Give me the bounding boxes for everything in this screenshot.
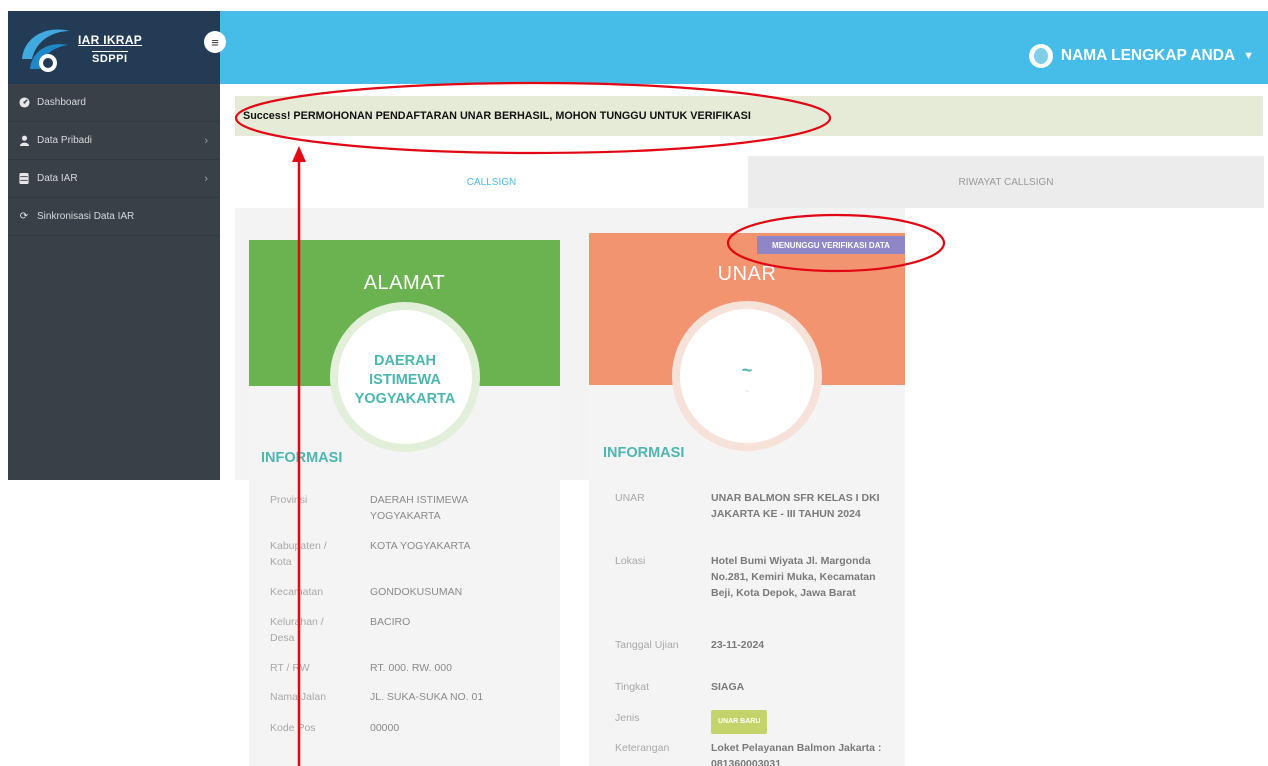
unar-card-title: UNAR bbox=[717, 263, 777, 285]
info-value: GONDOKUSUMAN bbox=[370, 586, 463, 598]
info-value: Hotel Bumi Wiyata Jl. Margonda No.281, K… bbox=[711, 555, 876, 599]
unar-info-title: INFORMASI bbox=[603, 445, 685, 461]
jenis-badge: UNAR BARU bbox=[711, 710, 768, 734]
info-key: Tingkat bbox=[615, 681, 650, 693]
brand-subname: SDPPI bbox=[92, 51, 128, 65]
sidebar-item-label: Sinkronisasi Data IAR bbox=[37, 211, 135, 222]
chevron-right-icon: › bbox=[204, 172, 208, 185]
user-icon bbox=[18, 135, 30, 147]
info-value: UNAR BALMON SFR KELAS I DKI JAKARTA KE -… bbox=[711, 492, 880, 520]
chevron-right-icon: › bbox=[204, 134, 208, 147]
info-key: Kabupaten / Kota bbox=[270, 540, 327, 568]
brand-name: IAR IKRAP bbox=[78, 33, 143, 47]
callsign-subvalue: ~ bbox=[744, 387, 750, 396]
alamat-info-title: INFORMASI bbox=[261, 450, 343, 466]
info-key: Kecamatan bbox=[270, 586, 324, 598]
status-badge: MENUNGGU VERIFIKASI DATA bbox=[757, 236, 905, 254]
unar-callsign-circle: ~ ~ bbox=[672, 301, 822, 451]
tab-content-empty-area bbox=[905, 208, 1264, 480]
sidebar-item-label: Data IAR bbox=[37, 173, 78, 184]
info-key: Jenis bbox=[615, 712, 640, 724]
info-key: Kelurahan / Desa bbox=[270, 616, 324, 644]
database-icon bbox=[18, 173, 30, 185]
app-root: IAR IKRAP SDPPI NAMA LENGKAP ANDA ▼ ≡ Da… bbox=[0, 0, 1268, 766]
sync-icon: ⟳ bbox=[19, 211, 29, 222]
alamat-card-title: ALAMAT bbox=[363, 272, 446, 294]
info-key: Provinsi bbox=[270, 494, 308, 506]
circle-line: DAERAH bbox=[373, 353, 437, 369]
circle-line: YOGYAKARTA bbox=[354, 391, 456, 407]
sidebar-item-data-pribadi[interactable]: Data Pribadi › bbox=[8, 122, 220, 160]
info-value: RT. 000. RW. 000 bbox=[370, 662, 452, 674]
top-navbar: NAMA LENGKAP ANDA ▼ bbox=[220, 11, 1268, 84]
info-key: Nama Jalan bbox=[270, 691, 327, 703]
success-alert: Success! PERMOHONAN PENDAFTARAN UNAR BER… bbox=[235, 96, 1263, 136]
info-key: Keterangan bbox=[615, 742, 670, 754]
info-value: Loket Pelayanan Balmon Jakarta : 0813600… bbox=[711, 742, 882, 766]
info-key: Lokasi bbox=[615, 555, 646, 567]
sidebar-item-dashboard[interactable]: Dashboard bbox=[8, 84, 220, 122]
info-value: 00000 bbox=[370, 722, 400, 734]
avatar bbox=[1028, 44, 1053, 68]
info-key: Kode Pos bbox=[270, 722, 316, 734]
info-key: Tanggal Ujian bbox=[615, 639, 679, 651]
sidebar: Dashboard Data Pribadi › Data IAR › ⟳ Si… bbox=[8, 84, 220, 480]
alamat-province-circle: DAERAH ISTIMEWA YOGYAKARTA bbox=[330, 302, 480, 452]
circle-line: ISTIMEWA bbox=[369, 372, 441, 388]
sidebar-item-label: Dashboard bbox=[37, 97, 86, 108]
callsign-value: ~ bbox=[741, 360, 753, 380]
sidebar-item-sinkronisasi[interactable]: ⟳ Sinkronisasi Data IAR bbox=[8, 198, 220, 236]
tab-callsign[interactable]: CALLSIGN bbox=[235, 156, 748, 208]
info-key: UNAR bbox=[615, 492, 645, 504]
dashboard-icon bbox=[18, 97, 30, 109]
info-value: JL. SUKA-SUKA NO. 01 bbox=[370, 691, 484, 703]
info-value: SIAGA bbox=[711, 681, 745, 693]
hamburger-icon[interactable]: ≡ bbox=[204, 31, 226, 53]
info-key: RT / RW bbox=[270, 662, 310, 674]
caret-down-icon: ▼ bbox=[1243, 50, 1254, 62]
logo-icon bbox=[22, 29, 70, 72]
tab-riwayat-callsign[interactable]: RIWAYAT CALLSIGN bbox=[748, 156, 1264, 208]
info-value: 23-11-2024 bbox=[711, 639, 765, 651]
info-value: BACIRO bbox=[370, 616, 411, 628]
info-value: KOTA YOGYAKARTA bbox=[370, 540, 471, 552]
user-menu[interactable]: NAMA LENGKAP ANDA ▼ bbox=[1028, 44, 1254, 68]
alamat-card: ALAMAT DAERAH ISTIMEWA YOGYAKARTA INFORM… bbox=[249, 240, 560, 766]
sidebar-item-label: Data Pribadi bbox=[37, 135, 93, 146]
brand-logo[interactable]: IAR IKRAP SDPPI bbox=[8, 11, 220, 84]
user-name: NAMA LENGKAP ANDA bbox=[1060, 47, 1236, 64]
info-value: DAERAH ISTIMEWA YOGYAKARTA bbox=[370, 494, 468, 522]
unar-card: UNAR ~ ~ INFORMASI UNAR UNAR BALMON SFR … bbox=[589, 233, 905, 766]
sidebar-item-data-iar[interactable]: Data IAR › bbox=[8, 160, 220, 198]
